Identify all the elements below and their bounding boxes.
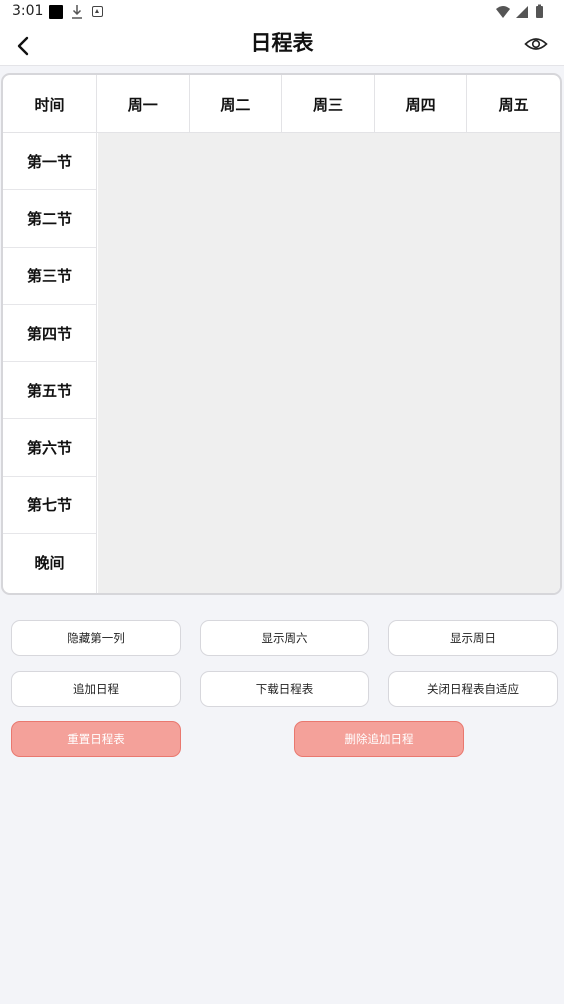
time-column-header: 时间 [3, 75, 97, 133]
page-title: 日程表 [250, 31, 314, 55]
status-time: 3:01 [12, 3, 44, 19]
eye-icon[interactable] [524, 35, 548, 53]
wifi-icon [496, 6, 510, 18]
period-cell: 第七节 [3, 477, 96, 535]
schedule-table: 时间 周一 周二 周三 周四 周五 第一节 第二节 第三节 第四节 第五节 第六… [1, 73, 562, 595]
show-sunday-button[interactable]: 显示周日 [388, 620, 558, 656]
download-icon [72, 5, 82, 19]
status-bar: 3:01 [0, 0, 564, 24]
day-header-monday: 周一 [97, 75, 190, 133]
period-cell: 第六节 [3, 419, 96, 477]
period-column: 第一节 第二节 第三节 第四节 第五节 第六节 第七节 晚间 [3, 133, 97, 593]
add-schedule-button[interactable]: 追加日程 [11, 671, 181, 707]
close-adaptive-button[interactable]: 关闭日程表自适应 [388, 671, 558, 707]
battery-icon [536, 6, 543, 18]
period-cell: 第五节 [3, 362, 96, 420]
schedule-header-row: 时间 周一 周二 周三 周四 周五 [3, 75, 560, 133]
period-cell: 第四节 [3, 305, 96, 363]
show-saturday-button[interactable]: 显示周六 [200, 620, 369, 656]
hide-first-column-button[interactable]: 隐藏第一列 [11, 620, 181, 656]
square-notification-icon [49, 5, 63, 19]
period-cell: 第二节 [3, 190, 96, 248]
period-cell: 晚间 [34, 554, 65, 573]
status-system-icons [496, 4, 543, 18]
download-schedule-button[interactable]: 下载日程表 [200, 671, 369, 707]
app-header: 日程表 [0, 24, 564, 66]
signal-icon [516, 6, 528, 18]
period-cell: 第三节 [3, 248, 96, 305]
delete-added-schedule-button[interactable]: 删除追加日程 [294, 721, 464, 757]
schedule-grid-area[interactable] [98, 133, 560, 593]
day-header-thursday: 周四 [375, 75, 468, 133]
day-header-friday: 周五 [498, 95, 529, 114]
reset-schedule-button[interactable]: 重置日程表 [11, 721, 181, 757]
day-header-tuesday: 周二 [190, 75, 283, 133]
a-notification-icon [92, 6, 103, 17]
period-cell: 第一节 [3, 133, 96, 191]
day-header-wednesday: 周三 [282, 75, 375, 133]
